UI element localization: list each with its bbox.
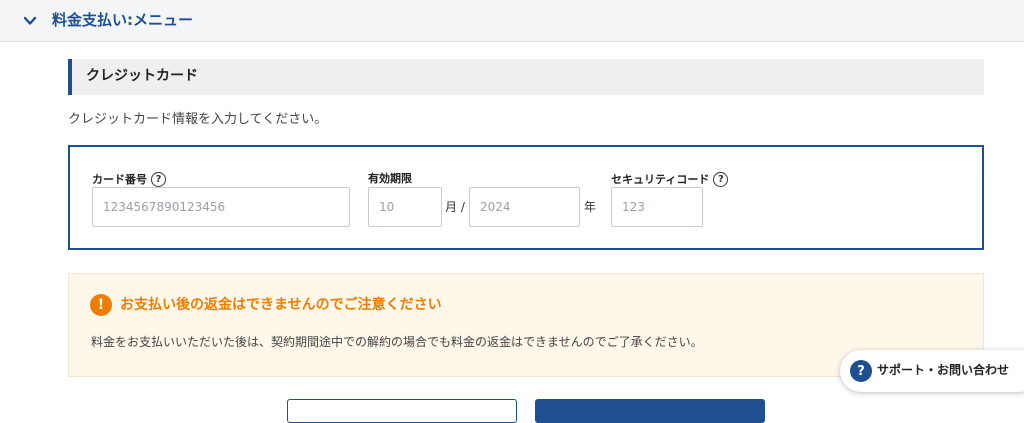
question-icon: ? (850, 360, 872, 382)
card-number-input[interactable] (92, 187, 350, 227)
exclamation-icon: ! (90, 294, 112, 316)
notice-title: お支払い後の返金はできませんのでご注意ください (120, 297, 442, 313)
card-number-help-icon[interactable]: ? (151, 172, 166, 187)
expiry-label: 有効期限 (368, 172, 412, 185)
back-button[interactable] (287, 399, 517, 423)
support-button[interactable]: ? サポート・お問い合わせ (840, 350, 1024, 392)
chevron-down-icon[interactable] (22, 13, 38, 29)
menu-title: 料金支払い:メニュー (52, 11, 193, 29)
notice-body: 料金をお支払いいただいた後は、契約期間途中での解約の場合でも料金の返金はできませ… (91, 335, 703, 349)
card-number-label-row: カード番号 ? (92, 172, 166, 187)
security-code-label: セキュリティコード (611, 172, 710, 186)
menu-header[interactable]: 料金支払い:メニュー (0, 0, 1024, 42)
expiry-month-unit: 月 / (445, 200, 465, 214)
section-title: クレジットカード (86, 68, 198, 84)
section-header: クレジットカード (68, 59, 984, 95)
expiry-year-input[interactable] (469, 187, 580, 227)
credit-card-form: カード番号 ? 有効期限 月 / 年 セキュリティコード ? (68, 145, 984, 250)
support-label: サポート・お問い合わせ (877, 363, 1010, 377)
expiry-year-unit: 年 (584, 200, 597, 214)
expiry-month-input[interactable] (368, 187, 442, 227)
card-number-label: カード番号 (92, 172, 147, 186)
expiry-label-row: 有効期限 (368, 172, 412, 186)
next-button[interactable] (535, 399, 765, 423)
security-code-label-row: セキュリティコード ? (611, 172, 729, 187)
security-code-help-icon[interactable]: ? (713, 172, 729, 187)
security-code-input[interactable] (611, 187, 703, 227)
instruction-text: クレジットカード情報を入力してください。 (68, 112, 328, 127)
